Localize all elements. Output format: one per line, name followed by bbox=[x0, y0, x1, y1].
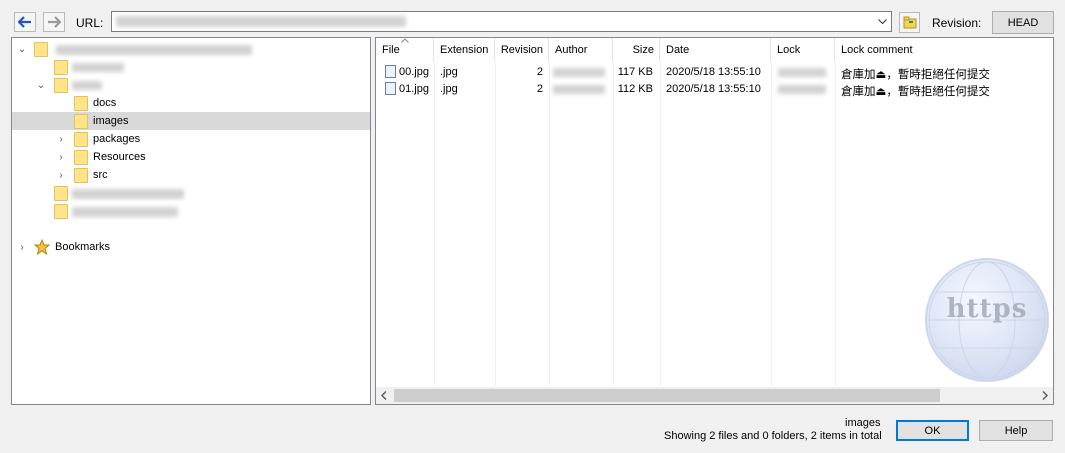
scrollbar-thumb[interactable] bbox=[394, 389, 940, 402]
chevron-down-icon[interactable] bbox=[875, 14, 889, 29]
image-file-icon bbox=[385, 82, 396, 95]
ok-button[interactable]: OK bbox=[896, 420, 969, 441]
column-header-author[interactable]: Author bbox=[549, 38, 613, 62]
chevron-right-icon[interactable]: › bbox=[17, 242, 27, 253]
column-header-date[interactable]: Date bbox=[660, 38, 771, 62]
file-date: 2020/5/18 13:55:10 bbox=[666, 83, 761, 95]
help-button[interactable]: Help bbox=[979, 420, 1053, 441]
file-extension: .jpg bbox=[440, 83, 458, 95]
file-name: 00.jpg bbox=[399, 66, 429, 78]
column-header-lock[interactable]: Lock bbox=[771, 38, 835, 62]
scroll-right-icon[interactable] bbox=[1041, 391, 1049, 400]
star-icon bbox=[34, 239, 50, 255]
lock-comment: 倉庫加⏏，暫時拒絕任何提交 bbox=[841, 84, 990, 98]
tree-item-docs[interactable]: docs bbox=[12, 94, 370, 112]
tree-row-blurred[interactable] bbox=[12, 58, 370, 76]
https-globe-watermark: https bbox=[925, 258, 1049, 382]
tree-item-label: packages bbox=[93, 133, 141, 145]
tree-item-packages[interactable]: › packages bbox=[12, 130, 370, 148]
folder-icon bbox=[74, 113, 88, 129]
tree-item-resources[interactable]: › Resources bbox=[12, 148, 370, 166]
chevron-right-icon[interactable]: › bbox=[56, 170, 66, 181]
url-label: URL: bbox=[76, 16, 104, 30]
tree-item-bookmarks[interactable]: › Bookmarks bbox=[12, 238, 370, 256]
table-row[interactable]: 01.jpg .jpg 2 112 KB 2020/5/18 13:55:10 … bbox=[376, 81, 1053, 98]
file-size: 112 KB bbox=[617, 83, 653, 95]
column-header-size[interactable]: Size bbox=[613, 38, 660, 62]
chevron-expanded-icon[interactable]: ⌄ bbox=[36, 80, 46, 91]
tree-item-label: Resources bbox=[93, 151, 146, 163]
forward-button[interactable] bbox=[43, 12, 65, 32]
tree-item-label: images bbox=[93, 115, 129, 127]
file-revision: 2 bbox=[536, 83, 543, 95]
watermark-text: https bbox=[946, 294, 1028, 324]
folder-icon bbox=[54, 185, 68, 201]
scroll-left-icon[interactable] bbox=[380, 391, 388, 400]
file-name: 01.jpg bbox=[399, 83, 429, 95]
tree-row-blurred[interactable]: ⌄ bbox=[12, 76, 370, 94]
table-row[interactable]: 00.jpg .jpg 2 117 KB 2020/5/18 13:55:10 … bbox=[376, 64, 1053, 81]
folder-icon bbox=[54, 203, 68, 219]
folder-icon bbox=[74, 95, 88, 111]
head-revision-button[interactable]: HEAD bbox=[992, 11, 1054, 34]
folder-icon bbox=[74, 131, 88, 147]
chevron-right-icon[interactable]: › bbox=[56, 152, 66, 163]
tree-item-images[interactable]: images bbox=[12, 112, 370, 130]
tree-row-blurred[interactable] bbox=[12, 184, 370, 202]
column-header-revision[interactable]: Revision bbox=[495, 38, 549, 62]
tree-root-row[interactable]: ⌄ bbox=[12, 40, 370, 58]
column-header-extension[interactable]: Extension bbox=[434, 38, 495, 62]
sort-ascending-icon bbox=[401, 38, 409, 43]
chevron-right-icon[interactable]: › bbox=[56, 134, 66, 145]
forward-arrow-icon bbox=[48, 16, 61, 28]
folder-icon bbox=[74, 167, 88, 183]
column-header-file[interactable]: File bbox=[376, 38, 434, 62]
horizontal-scrollbar[interactable] bbox=[376, 387, 1053, 404]
url-input[interactable] bbox=[111, 11, 892, 32]
tree-item-src[interactable]: › src bbox=[12, 166, 370, 184]
status-folder-name: images bbox=[845, 417, 881, 429]
tree-item-label: Bookmarks bbox=[55, 241, 111, 253]
folder-icon bbox=[74, 149, 88, 165]
tree-item-label: src bbox=[93, 169, 108, 181]
column-header-lock-comment[interactable]: Lock comment bbox=[835, 38, 1053, 62]
folder-revision-icon bbox=[903, 16, 916, 29]
folder-icon bbox=[34, 41, 48, 57]
folder-icon bbox=[54, 77, 68, 93]
revision-label: Revision: bbox=[932, 16, 982, 30]
back-button[interactable] bbox=[14, 12, 36, 32]
chevron-expanded-icon[interactable]: ⌄ bbox=[17, 44, 27, 55]
file-size: 117 KB bbox=[617, 66, 653, 78]
file-revision: 2 bbox=[536, 66, 543, 78]
repository-tree[interactable]: ⌄ ⌄ docs images › packages › Resources ›… bbox=[11, 37, 371, 405]
back-arrow-icon bbox=[18, 16, 31, 28]
image-file-icon bbox=[385, 65, 396, 78]
status-summary: Showing 2 files and 0 folders, 2 items i… bbox=[664, 430, 882, 442]
tree-row-blurred[interactable] bbox=[12, 202, 370, 220]
file-extension: .jpg bbox=[440, 66, 458, 78]
file-date: 2020/5/18 13:55:10 bbox=[666, 66, 761, 78]
folder-icon bbox=[54, 59, 68, 75]
lock-comment: 倉庫加⏏，暫時拒絕任何提交 bbox=[841, 67, 990, 81]
revision-button[interactable] bbox=[899, 12, 920, 33]
tree-item-label: docs bbox=[93, 97, 117, 109]
